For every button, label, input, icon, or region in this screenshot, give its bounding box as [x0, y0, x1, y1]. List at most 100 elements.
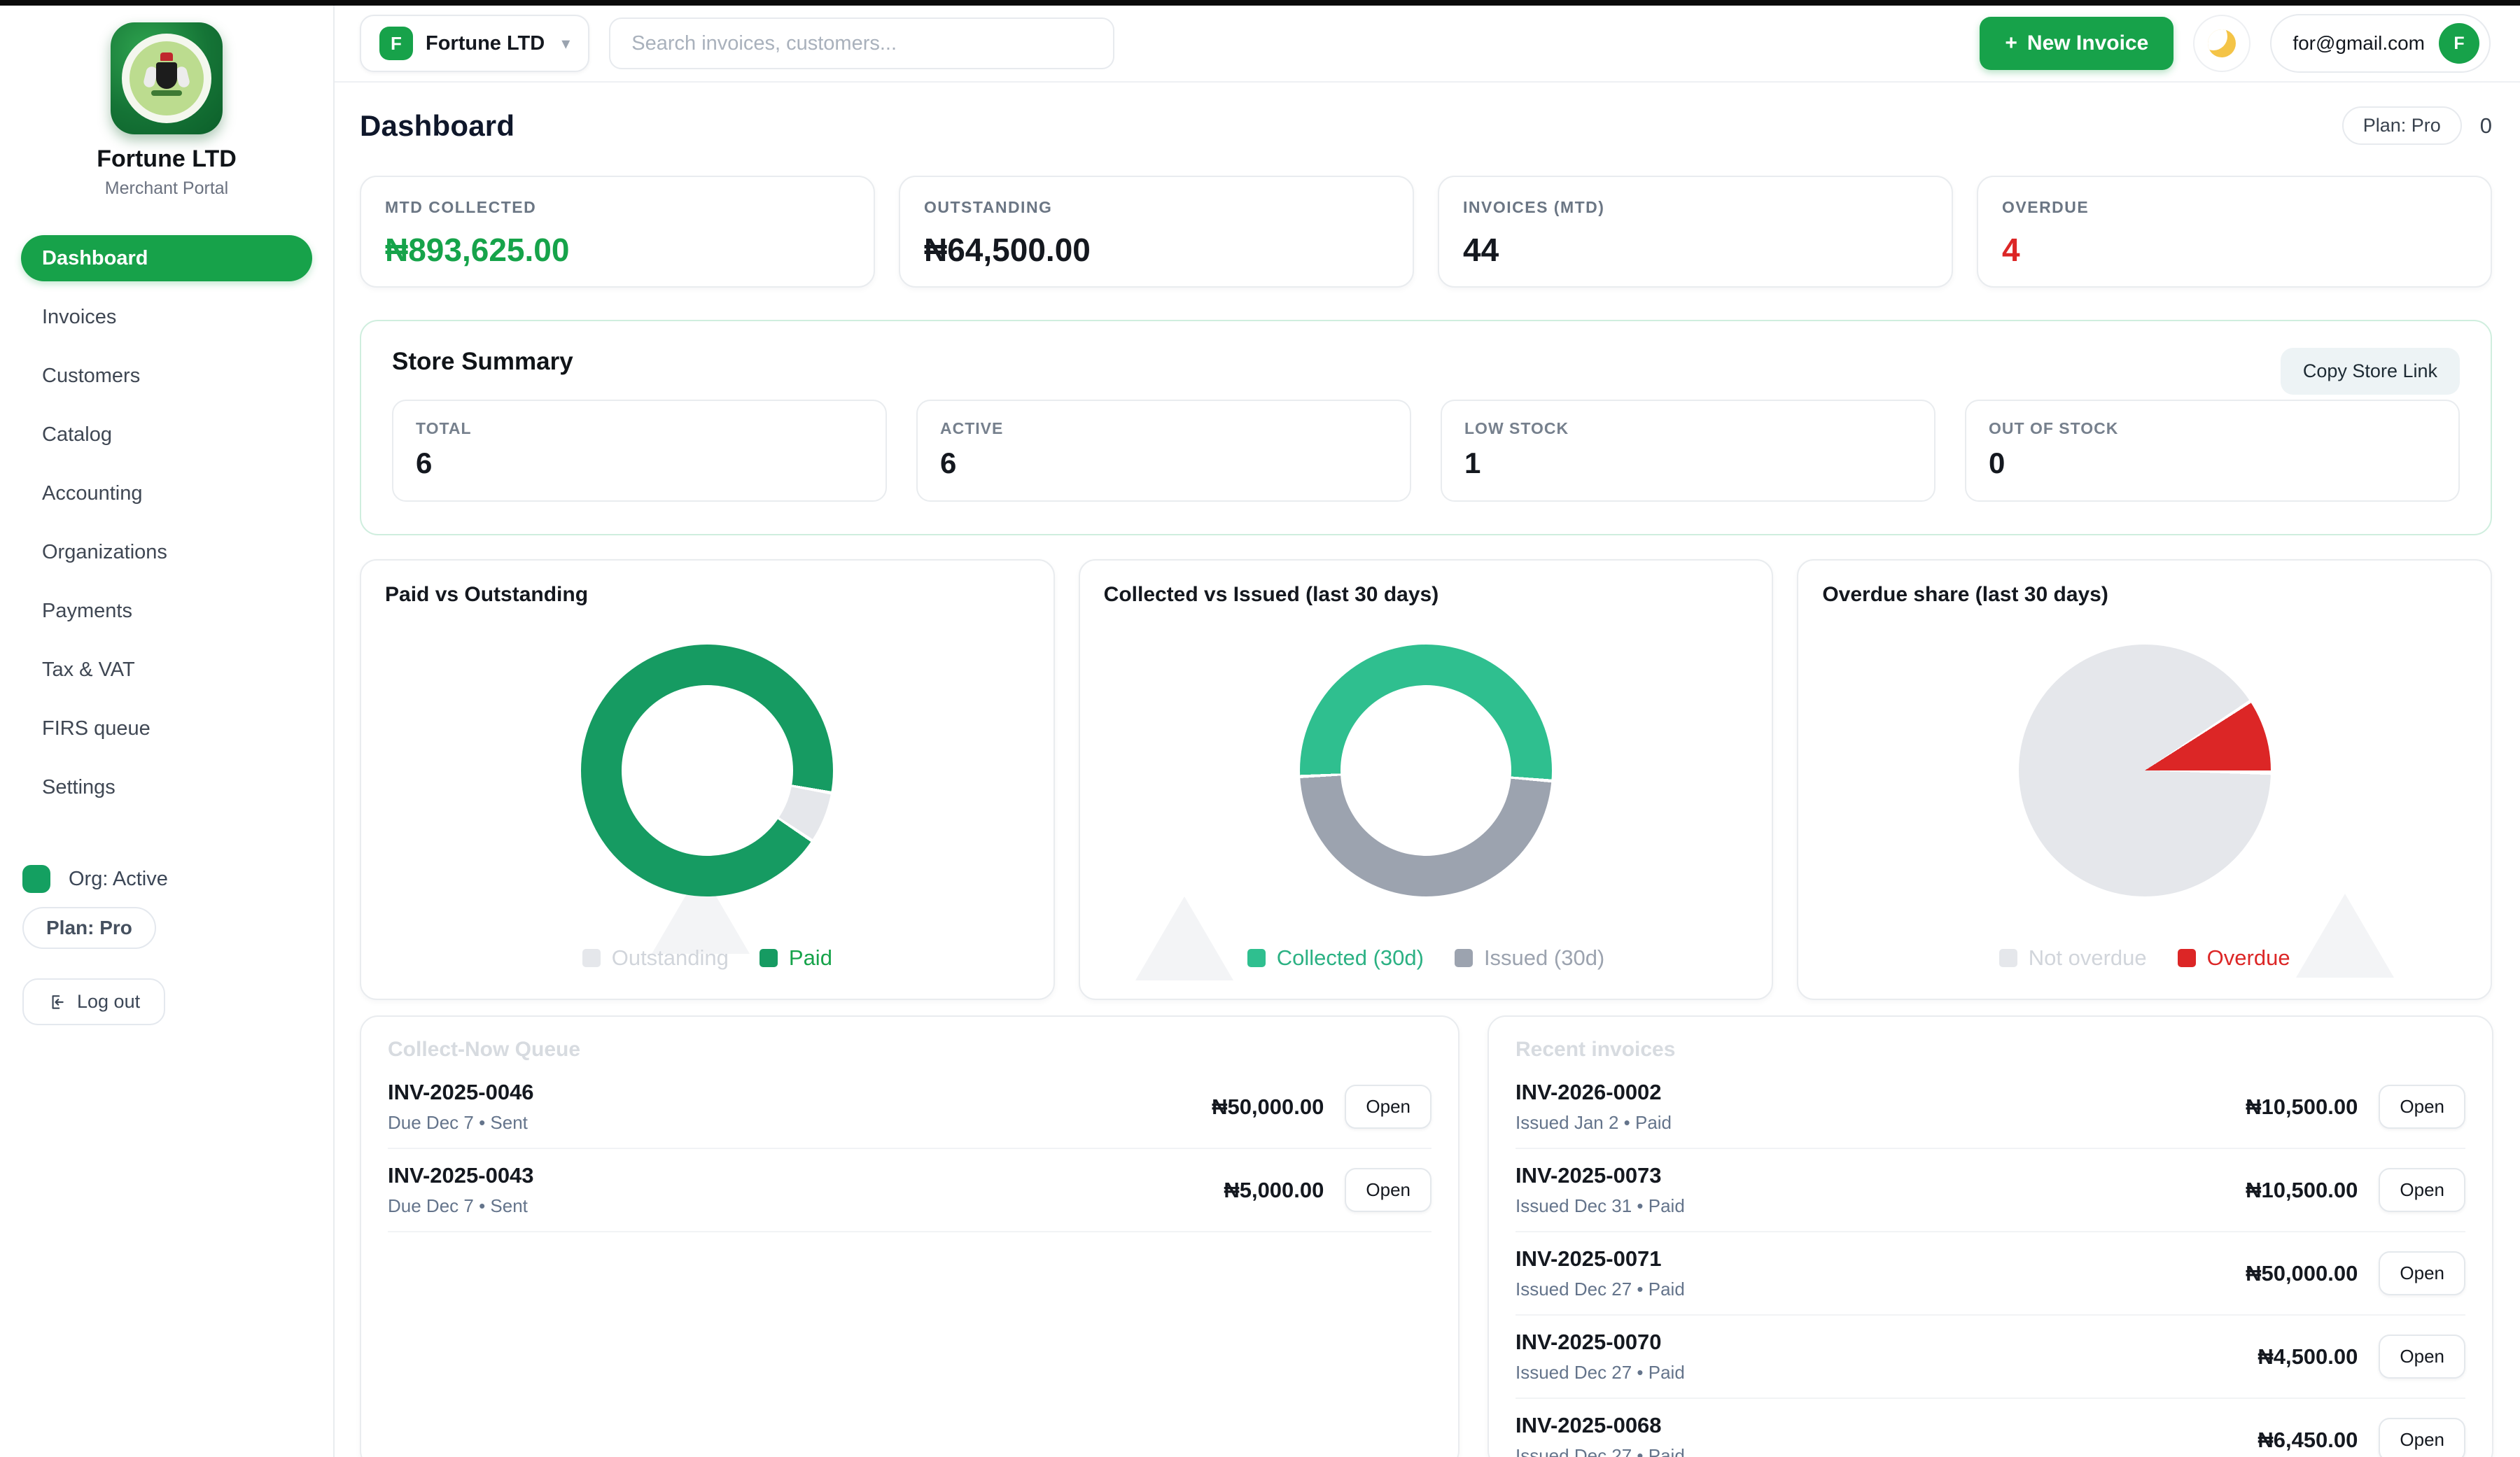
legend-item-paid[interactable]: Paid	[760, 945, 832, 971]
recent-invoices-panel: Recent invoices INV-2026-0002 Issued Jan…	[1488, 1015, 2493, 1457]
sidebar-item-organizations[interactable]: Organizations	[21, 529, 312, 575]
invoice-amount: ₦5,000.00	[1224, 1178, 1324, 1203]
org-status: Org: Active	[22, 865, 312, 893]
chart-legend: Outstanding Paid	[385, 945, 1030, 971]
org-active-dot-icon	[22, 865, 50, 893]
sidebar-item-customers[interactable]: Customers	[21, 353, 312, 399]
invoice-meta: Issued Dec 27 • Paid	[1516, 1362, 2258, 1384]
open-invoice-button[interactable]: Open	[1345, 1085, 1432, 1129]
queue-row: INV-2025-0043 Due Dec 7 • Sent ₦5,000.00…	[388, 1149, 1432, 1232]
queue-row: INV-2025-0046 Due Dec 7 • Sent ₦50,000.0…	[388, 1066, 1432, 1149]
sidebar-item-dashboard[interactable]: Dashboard	[21, 235, 312, 281]
kpi-card-overdue: OVERDUE 4	[1977, 176, 2492, 288]
invoice-amount: ₦10,500.00	[2246, 1094, 2358, 1120]
legend-label: Not overdue	[2029, 945, 2147, 971]
sidebar-item-invoices[interactable]: Invoices	[21, 294, 312, 340]
chart-paid-vs-outstanding: Paid vs Outstanding Outstanding Paid	[360, 559, 1055, 1000]
legend-swatch	[760, 949, 778, 967]
invoice-id: INV-2025-0043	[388, 1163, 1224, 1188]
invoice-info: INV-2025-0046 Due Dec 7 • Sent	[388, 1080, 1212, 1134]
open-invoice-button[interactable]: Open	[1345, 1168, 1432, 1212]
open-invoice-button[interactable]: Open	[2379, 1085, 2465, 1129]
invoice-meta: Issued Dec 27 • Paid	[1516, 1445, 2258, 1457]
logout-button[interactable]: Log out	[22, 978, 165, 1025]
sidebar-item-catalog[interactable]: Catalog	[21, 411, 312, 458]
crest-base-icon	[151, 90, 182, 96]
search-input[interactable]	[609, 17, 1114, 69]
invoice-info: INV-2026-0002 Issued Jan 2 • Paid	[1516, 1080, 2246, 1134]
open-invoice-button[interactable]: Open	[2379, 1335, 2465, 1379]
invoice-meta: Due Dec 7 • Sent	[388, 1112, 1212, 1134]
legend-swatch	[1247, 949, 1266, 967]
legend-item-outstanding[interactable]: Outstanding	[582, 945, 729, 971]
new-invoice-button[interactable]: + New Invoice	[1980, 17, 2174, 70]
invoice-info: INV-2025-0043 Due Dec 7 • Sent	[388, 1163, 1224, 1217]
store-summary-stats: TOTAL 6 ACTIVE 6 LOW STOCK 1 OUT OF STOC…	[392, 400, 2460, 502]
logout-label: Log out	[77, 991, 140, 1013]
store-stat-out-of-stock: OUT OF STOCK 0	[1965, 400, 2460, 502]
legend-item-not-overdue[interactable]: Not overdue	[1999, 945, 2147, 971]
invoice-amount: ₦4,500.00	[2258, 1344, 2358, 1370]
recent-invoices-title: Recent invoices	[1516, 1038, 2465, 1062]
sidebar-footer: Org: Active Plan: Pro Log out	[22, 865, 312, 1025]
invoice-row: INV-2025-0070 Issued Dec 27 • Paid ₦4,50…	[1516, 1316, 2465, 1399]
sidebar-item-firs-queue[interactable]: FIRS queue	[21, 705, 312, 752]
invoice-meta: Issued Dec 27 • Paid	[1516, 1279, 2246, 1300]
invoice-amount: ₦50,000.00	[1212, 1094, 1324, 1120]
donut-chart-paid-vs-outstanding	[581, 645, 833, 896]
org-logo-seal	[130, 41, 204, 115]
store-summary-title: Store Summary	[392, 348, 2460, 376]
org-selector-avatar: F	[379, 27, 413, 60]
logout-icon	[48, 993, 66, 1011]
copy-store-link-button[interactable]: Copy Store Link	[2281, 348, 2460, 395]
invoice-id: INV-2025-0071	[1516, 1246, 2246, 1272]
kpi-value: 44	[1463, 231, 1928, 269]
sidebar-item-settings[interactable]: Settings	[21, 764, 312, 810]
collect-now-queue-panel: Collect-Now Queue INV-2025-0046 Due Dec …	[360, 1015, 1460, 1457]
charts-row: Paid vs Outstanding Outstanding Paid	[360, 559, 2492, 1000]
invoice-info: INV-2025-0071 Issued Dec 27 • Paid	[1516, 1246, 2246, 1300]
page-header-right: Plan: Pro 0	[2342, 106, 2492, 145]
account-email: for@gmail.com	[2292, 32, 2425, 55]
legend-item-collected[interactable]: Collected (30d)	[1247, 945, 1424, 971]
legend-item-overdue[interactable]: Overdue	[2178, 945, 2290, 971]
store-stat-label: LOW STOCK	[1464, 419, 1912, 438]
legend-label: Outstanding	[612, 945, 729, 971]
open-invoice-button[interactable]: Open	[2379, 1251, 2465, 1295]
invoice-amount: ₦6,450.00	[2258, 1428, 2358, 1453]
legend-label: Overdue	[2207, 945, 2290, 971]
open-invoice-button[interactable]: Open	[2379, 1168, 2465, 1212]
org-logo-ring	[122, 34, 211, 123]
legend-item-issued[interactable]: Issued (30d)	[1455, 945, 1604, 971]
account-menu[interactable]: for@gmail.com F	[2270, 14, 2491, 73]
crest-eagle-icon	[160, 52, 173, 61]
window-top-strip	[0, 0, 2520, 6]
moon-icon	[2208, 29, 2236, 57]
legend-label: Collected (30d)	[1277, 945, 1424, 971]
sidebar-item-payments[interactable]: Payments	[21, 588, 312, 634]
invoice-meta: Issued Jan 2 • Paid	[1516, 1112, 2246, 1134]
legend-swatch	[1999, 949, 2017, 967]
chart-legend: Collected (30d) Issued (30d)	[1104, 945, 1749, 971]
donut-hole	[622, 685, 793, 857]
legend-swatch	[2178, 949, 2196, 967]
store-stat-value: 0	[1989, 446, 2436, 480]
sidebar-item-accounting[interactable]: Accounting	[21, 470, 312, 516]
new-invoice-label: New Invoice	[2027, 31, 2148, 55]
invoice-row: INV-2025-0071 Issued Dec 27 • Paid ₦50,0…	[1516, 1232, 2465, 1316]
legend-swatch	[582, 949, 601, 967]
sidebar-item-tax-vat[interactable]: Tax & VAT	[21, 647, 312, 693]
brand-block: Fortune LTD Merchant Portal	[0, 22, 333, 199]
kpi-row: MTD COLLECTED ₦893,625.00 OUTSTANDING ₦6…	[360, 176, 2492, 288]
open-invoice-button[interactable]: Open	[2379, 1418, 2465, 1457]
kpi-label: MTD COLLECTED	[385, 198, 850, 217]
kpi-value: ₦64,500.00	[924, 231, 1389, 269]
collect-now-queue-title: Collect-Now Queue	[388, 1038, 1432, 1062]
sidebar-plan-badge: Plan: Pro	[22, 907, 156, 949]
org-selector[interactable]: F Fortune LTD ▾	[360, 15, 589, 72]
pie-chart-overdue-share	[2019, 645, 2271, 896]
plus-icon: +	[2005, 31, 2017, 55]
theme-toggle-button[interactable]	[2193, 15, 2250, 72]
invoice-id: INV-2025-0070	[1516, 1330, 2258, 1355]
invoice-info: INV-2025-0070 Issued Dec 27 • Paid	[1516, 1330, 2258, 1384]
